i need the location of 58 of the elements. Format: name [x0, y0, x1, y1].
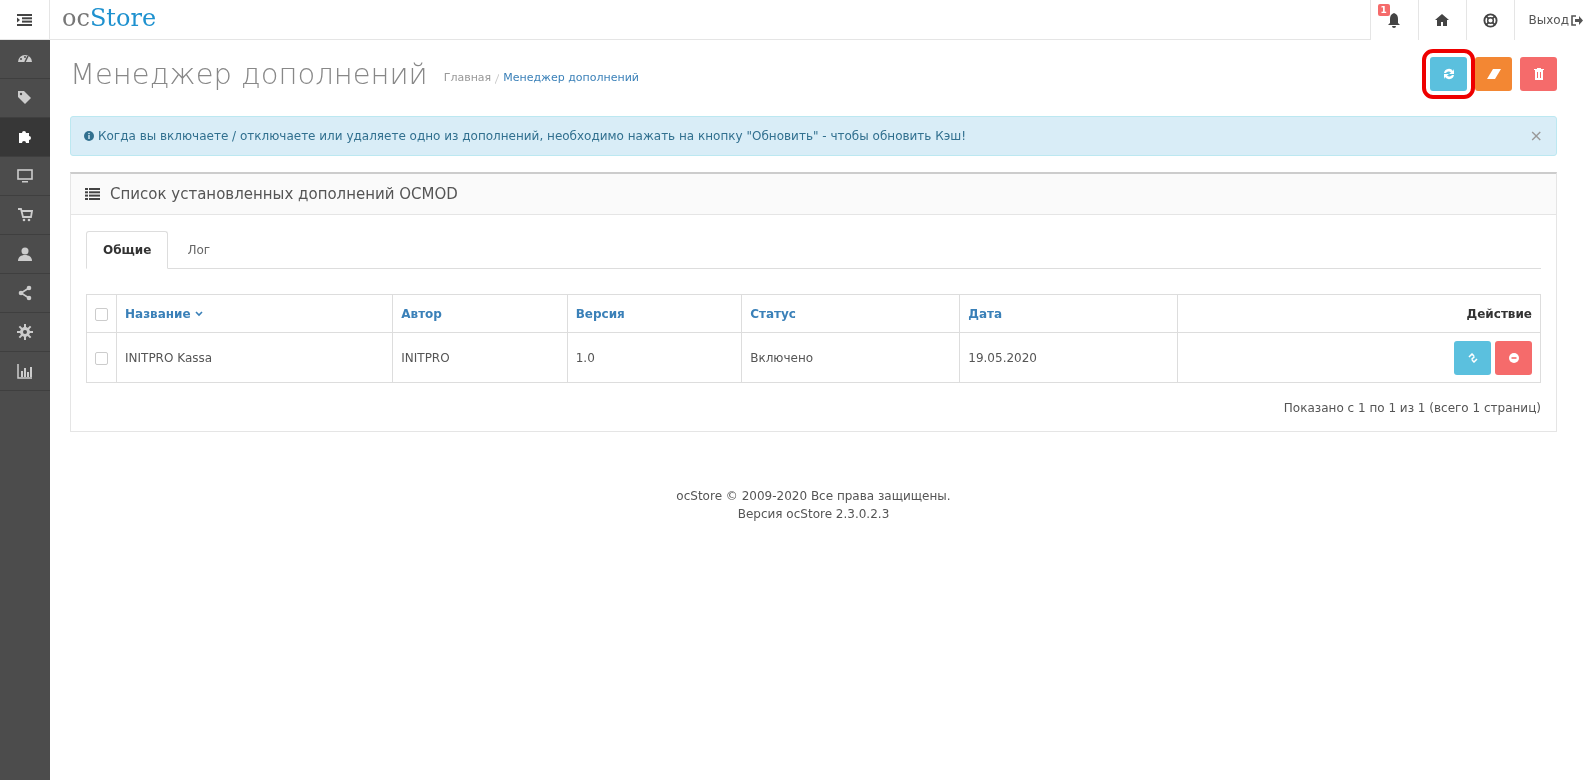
menu-toggle-button[interactable] — [17, 13, 32, 26]
panel-title: Список установленных дополнений OCMOD — [110, 183, 458, 205]
select-all-checkbox[interactable] — [95, 307, 108, 321]
row-checkbox[interactable] — [95, 351, 108, 365]
column-header[interactable]: Название — [125, 304, 203, 323]
bell-icon — [1387, 12, 1402, 28]
help-button[interactable] — [1465, 0, 1514, 40]
eraser-icon — [1486, 67, 1501, 81]
column-header[interactable]: Статус — [750, 304, 796, 323]
menu-icon — [17, 13, 32, 26]
table-cell: INITPRO — [401, 350, 450, 365]
breadcrumb-link[interactable]: Менеджер дополнений — [503, 69, 639, 87]
table-cell: 19.05.2020 — [968, 350, 1037, 365]
table-cell: 1.0 — [575, 350, 595, 365]
monitor-icon — [17, 168, 33, 184]
user-icon — [17, 246, 33, 262]
minus-circle-icon — [1508, 352, 1519, 363]
version-text: Версия ocStore 2.3.0.2.3 — [737, 507, 890, 521]
home-icon — [1435, 14, 1450, 26]
tab[interactable]: Общие — [86, 231, 169, 269]
trash-icon — [1531, 67, 1546, 81]
breadcrumb-link[interactable]: Главная — [443, 69, 492, 87]
separator-icon — [495, 73, 500, 84]
link-icon — [1467, 352, 1478, 363]
notification-count: 1 — [1377, 4, 1390, 16]
disable-button[interactable] — [1495, 340, 1532, 375]
puzzle-icon — [17, 129, 33, 145]
info-icon — [84, 131, 94, 141]
pagination-text: Показано с 1 по 1 из 1 (всего 1 страниц) — [1283, 401, 1541, 415]
delete-button[interactable] — [1520, 57, 1557, 91]
sidebar-item[interactable] — [0, 118, 50, 157]
list-icon — [85, 188, 100, 200]
clear-button[interactable] — [1475, 57, 1512, 91]
copyright-text: © 2009-2020 Все права защищены. — [725, 489, 951, 503]
logout-button[interactable]: Выход — [1513, 0, 1591, 40]
column-header[interactable]: Действие — [1466, 304, 1532, 323]
column-header[interactable]: Версия — [575, 304, 625, 323]
notifications-button[interactable]: 1 — [1369, 0, 1418, 40]
logo-link[interactable]: ocStore — [50, 0, 169, 39]
sign-out-icon — [1571, 14, 1583, 26]
cart-icon — [17, 207, 33, 223]
column-header[interactable]: Автор — [401, 304, 442, 323]
lifebuoy-icon — [1482, 12, 1498, 28]
table-cell: Включено — [750, 350, 814, 365]
gear-icon — [17, 324, 33, 340]
footer-link[interactable]: ocStore — [676, 489, 722, 503]
caret-icon — [194, 310, 203, 317]
close-button[interactable]: × — [1529, 124, 1543, 148]
home-button[interactable] — [1417, 0, 1466, 40]
tags-icon — [17, 90, 33, 106]
refresh-icon — [1441, 67, 1456, 81]
table-cell: INITPRO Kassa — [125, 350, 213, 365]
share-icon — [17, 285, 33, 301]
alert-message: Когда вы включаете / отключаете или удаляете одно из дополнений, необходимо нажать на кнопку "Обновить" - чтобы обновить Кэш! — [98, 128, 967, 145]
tab[interactable]: Лог — [170, 231, 228, 269]
page-title: Менеджер дополнений — [70, 56, 428, 92]
column-header[interactable]: Дата — [968, 304, 1003, 323]
bar-chart-icon — [17, 363, 33, 379]
